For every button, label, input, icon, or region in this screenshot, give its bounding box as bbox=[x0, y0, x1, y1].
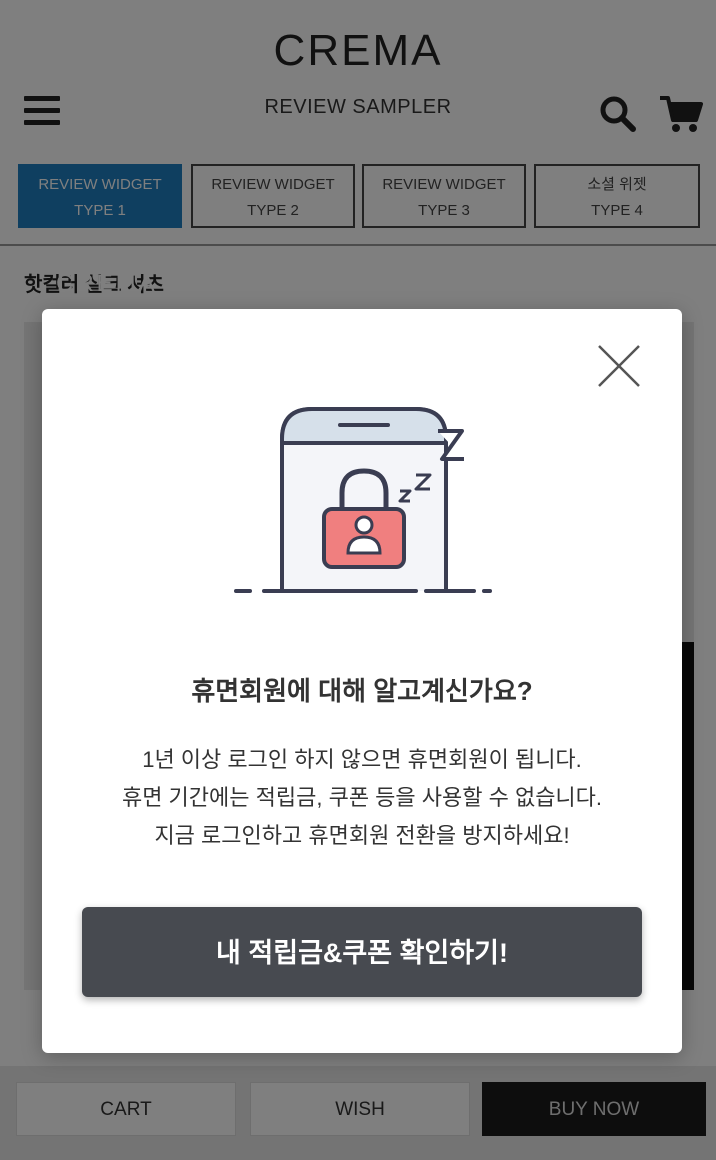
modal-title: 휴면회원에 대해 알고계신가요? bbox=[191, 676, 533, 706]
close-icon[interactable] bbox=[596, 343, 642, 389]
sleeping-locked-phone-icon bbox=[230, 401, 494, 601]
modal-description: 1년 이상 로그인 하지 않으면 휴면회원이 됩니다. 휴면 기간에는 적립금,… bbox=[42, 741, 682, 855]
description-line-3: 지금 로그인하고 휴면회원 전환을 방지하세요! bbox=[154, 823, 570, 848]
dormant-account-modal: 휴면회원에 대해 알고계신가요? 1년 이상 로그인 하지 않으면 휴면회원이 … bbox=[42, 309, 682, 1053]
description-line-1: 1년 이상 로그인 하지 않으면 휴면회원이 됩니다. bbox=[142, 747, 582, 772]
description-line-2: 휴면 기간에는 적립금, 쿠폰 등을 사용할 수 없습니다. bbox=[121, 785, 603, 810]
check-points-coupons-button[interactable]: 내 적립금&쿠폰 확인하기! bbox=[82, 907, 642, 997]
